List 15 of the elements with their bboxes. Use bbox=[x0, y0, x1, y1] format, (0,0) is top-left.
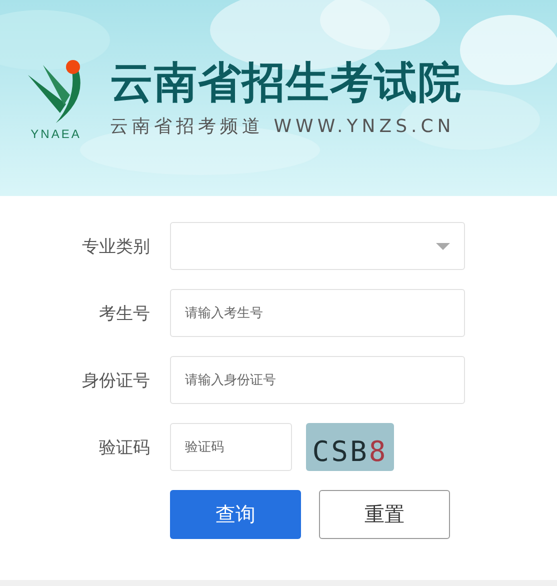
captcha-image[interactable]: CSB8 bbox=[306, 423, 394, 471]
field-label: 考生号 bbox=[98, 302, 150, 324]
input-field[interactable]: 请输入考生号 bbox=[170, 289, 465, 337]
reset-button[interactable]: 重置 bbox=[319, 490, 450, 539]
field-label: 专业类别 bbox=[81, 236, 150, 258]
captcha-field[interactable]: 验证码 bbox=[170, 423, 292, 471]
category-select[interactable] bbox=[170, 222, 465, 270]
field-label: 身份证号 bbox=[81, 370, 150, 392]
site-subtitle: 云南省招考频道 WWW.YNZS.CN bbox=[110, 114, 456, 138]
logo-text: YNAEA bbox=[30, 127, 82, 141]
field-label: 验证码 bbox=[98, 436, 150, 458]
site-title: 云南省招生考试院 bbox=[110, 60, 462, 108]
caret-icon bbox=[436, 242, 450, 250]
query-button[interactable]: 查询 bbox=[170, 490, 301, 539]
input-field[interactable]: 请输入身份证号 bbox=[170, 356, 465, 404]
